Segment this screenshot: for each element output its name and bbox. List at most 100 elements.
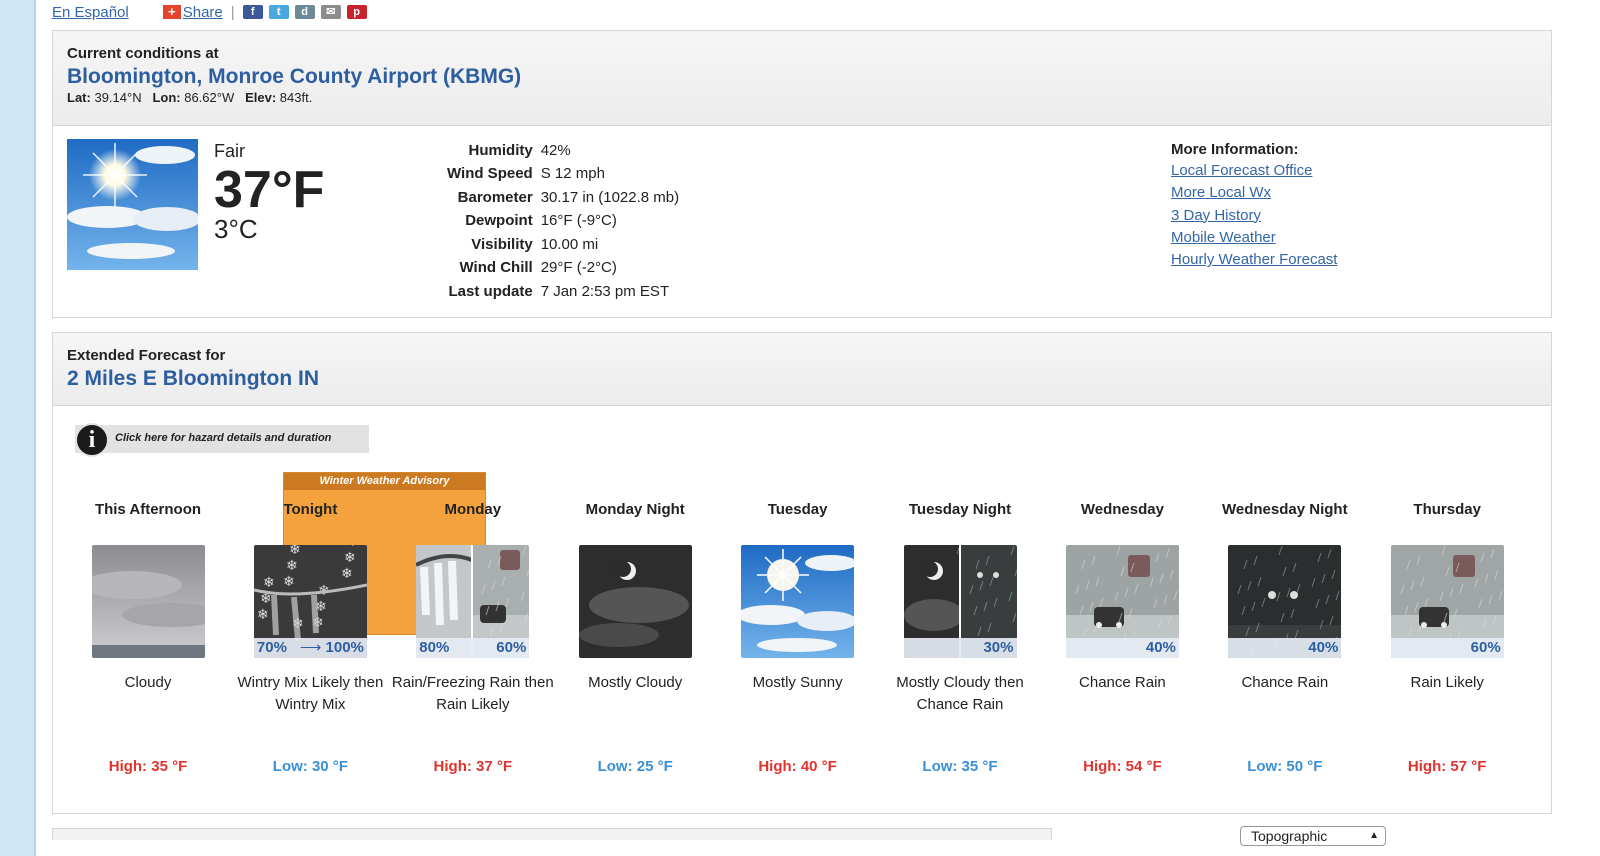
link-3-day-history[interactable]: 3 Day History [1171, 205, 1337, 227]
precip-chance: 40% [1228, 638, 1342, 658]
period-description: Mostly Cloudy [588, 674, 683, 691]
extended-forecast-label: Extended Forecast for [67, 347, 226, 364]
share-label[interactable]: Share [183, 4, 223, 21]
precip-chance-end: 30% [983, 639, 1014, 656]
precip-chance: 80% 60% [416, 638, 530, 658]
hazard-details-text: Click here for hazard details and durati… [115, 432, 332, 444]
forecast-period[interactable]: Tonight❄❄❄❄❄❄❄❄❄❄❄❄❄❄70%⟶100%Wintry Mix … [229, 499, 391, 775]
extended-forecast-panel: Extended Forecast for 2 Miles E Blooming… [52, 332, 1552, 814]
period-name: Wednesday Night [1222, 501, 1348, 518]
forecast-period[interactable]: Monday 80% 60% Rain/Freezing Rain then Rain… [392, 499, 554, 775]
twitter-icon[interactable]: t [268, 5, 289, 19]
period-name: This Afternoon [94, 501, 202, 518]
link-mobile-weather[interactable]: Mobile Weather [1171, 227, 1337, 249]
precip-chance-end: 60% [496, 639, 527, 656]
period-description: Wintry Mix Likely then Wintry Mix [237, 674, 384, 713]
period-name: Tuesday Night [908, 501, 1012, 518]
period-temperature: High: 35 °F [108, 758, 188, 775]
browser-left-strip [0, 0, 36, 856]
precip-chance: 30% [903, 638, 1017, 658]
extended-forecast-header: Extended Forecast for 2 Miles E Blooming… [53, 333, 1551, 406]
period-name: Thursday [1413, 501, 1481, 518]
period-description: Cloudy [124, 674, 172, 691]
period-weather-icon[interactable]: 40% [1065, 545, 1179, 658]
detail-key: Wind Chill [459, 259, 533, 277]
link-hourly-forecast[interactable]: Hourly Weather Forecast [1171, 249, 1337, 271]
period-description: Mostly Sunny [752, 674, 843, 691]
period-temperature: High: 57 °F [1407, 758, 1487, 775]
precip-chance: 70% ⟶ 100% [253, 638, 367, 658]
detail-row: Humidity 42% [443, 139, 683, 163]
detail-key: Wind Speed [447, 165, 533, 183]
detail-value: 42% [540, 141, 571, 159]
precip-chance-end: 100% [325, 639, 364, 656]
detail-key: Dewpoint [465, 212, 533, 230]
forecast-period[interactable]: Wednesday Night 40% Chance Rain Low: 50 °F [1204, 499, 1366, 775]
detail-row: Wind Chill 29°F (-2°C) [443, 257, 683, 281]
forecast-period[interactable]: Monday Night Mostly Cloudy Low: 25 °F [554, 499, 716, 775]
period-name: Wednesday [1080, 501, 1164, 518]
facebook-icon[interactable]: f [242, 5, 263, 19]
precip-chance-end: 60% [1470, 639, 1501, 656]
period-weather-icon[interactable]: 40% [1228, 545, 1342, 658]
period-temperature: High: 37 °F [433, 758, 513, 775]
current-conditions-panel: Current conditions at Bloomington, Monro… [52, 30, 1552, 318]
svg-text:❄: ❄ [283, 573, 295, 589]
period-temperature: Low: 50 °F [1247, 758, 1323, 775]
period-weather-icon[interactable] [91, 545, 205, 658]
period-description: Rain/Freezing Rain then Rain Likely [391, 674, 554, 713]
period-name: Monday [444, 501, 502, 518]
detail-row: Dewpoint 16°F (-9°C) [443, 210, 683, 234]
svg-text:❄: ❄ [318, 582, 330, 598]
espanol-link[interactable]: En Español [52, 4, 129, 21]
current-weather-image [67, 139, 198, 270]
detail-row: Barometer 30.17 in (1022.8 mb) [443, 186, 683, 210]
detail-key: Last update [448, 282, 533, 300]
detail-value: 30.17 in (1022.8 mb) [540, 188, 680, 206]
svg-text:❄: ❄ [289, 545, 301, 557]
forecast-period[interactable]: Thursday 60% Rain Likely High: 57 °F [1366, 499, 1528, 775]
precip-chance: 60% [1390, 638, 1504, 658]
period-weather-icon[interactable]: 30% [903, 545, 1017, 658]
period-name: Tuesday [767, 501, 828, 518]
period-description: Mostly Cloudy then Chance Rain [896, 674, 1024, 713]
period-description: Chance Rain [1079, 674, 1166, 691]
share-link[interactable]: + Share [162, 4, 223, 21]
precip-chance-start: 70% [256, 639, 287, 656]
forecast-period[interactable]: Tuesday Night 30% Mostly Cloudy then Chanc… [879, 499, 1041, 775]
station-name: Bloomington, Monroe County Airport (KBMG… [67, 65, 522, 88]
pinterest-icon[interactable]: p [346, 5, 367, 19]
link-local-forecast-office[interactable]: Local Forecast Office [1171, 160, 1337, 182]
detail-key: Humidity [468, 141, 533, 159]
period-weather-icon[interactable] [741, 545, 855, 658]
link-more-local-wx[interactable]: More Local Wx [1171, 182, 1337, 204]
station-coordinates: Lat: 39.14°N Lon: 86.62°W Elev: 843ft. [67, 90, 313, 105]
detail-row: Last update 7 Jan 2:53 pm EST [443, 280, 683, 304]
period-weather-icon[interactable]: 80% 60% [416, 545, 530, 658]
period-description: Rain Likely [1410, 674, 1484, 691]
precip-chance: 40% [1065, 638, 1179, 658]
more-information: More Information: Local Forecast Office … [1171, 141, 1337, 271]
current-conditions-label: Current conditions at [67, 45, 219, 62]
period-weather-icon[interactable]: 60% [1390, 545, 1504, 658]
svg-text:❄: ❄ [263, 574, 275, 590]
email-icon[interactable]: ✉ [320, 5, 341, 19]
hazard-details-button[interactable]: i Click here for hazard details and dura… [75, 423, 369, 457]
svg-text:❄: ❄ [286, 557, 298, 573]
forecast-period[interactable]: Wednesday 40% Chance Rain High: 54 °F [1041, 499, 1203, 775]
period-temperature: Low: 35 °F [922, 758, 998, 775]
map-type-select[interactable]: Topographic ▲ [1240, 826, 1386, 846]
precip-chance-start: 80% [419, 639, 450, 656]
svg-text:❄: ❄ [347, 545, 359, 549]
svg-text:❄: ❄ [254, 545, 266, 548]
info-icon: i [75, 423, 109, 457]
forecast-period[interactable]: Tuesday Mostly Sunny High: 40 °F [717, 499, 879, 775]
period-weather-icon[interactable]: ❄❄❄❄❄❄❄❄❄❄❄❄❄❄70%⟶100% [253, 545, 367, 658]
period-weather-icon[interactable] [578, 545, 692, 658]
forecast-period[interactable]: This Afternoon Cloudy High: 35 °F [67, 499, 229, 775]
digg-icon[interactable]: d [294, 5, 315, 19]
detail-value: 29°F (-2°C) [540, 259, 617, 277]
svg-text:❄: ❄ [344, 549, 356, 565]
forecast-location: 2 Miles E Bloomington IN [67, 367, 320, 390]
current-temp-f: 37°F [214, 161, 325, 219]
